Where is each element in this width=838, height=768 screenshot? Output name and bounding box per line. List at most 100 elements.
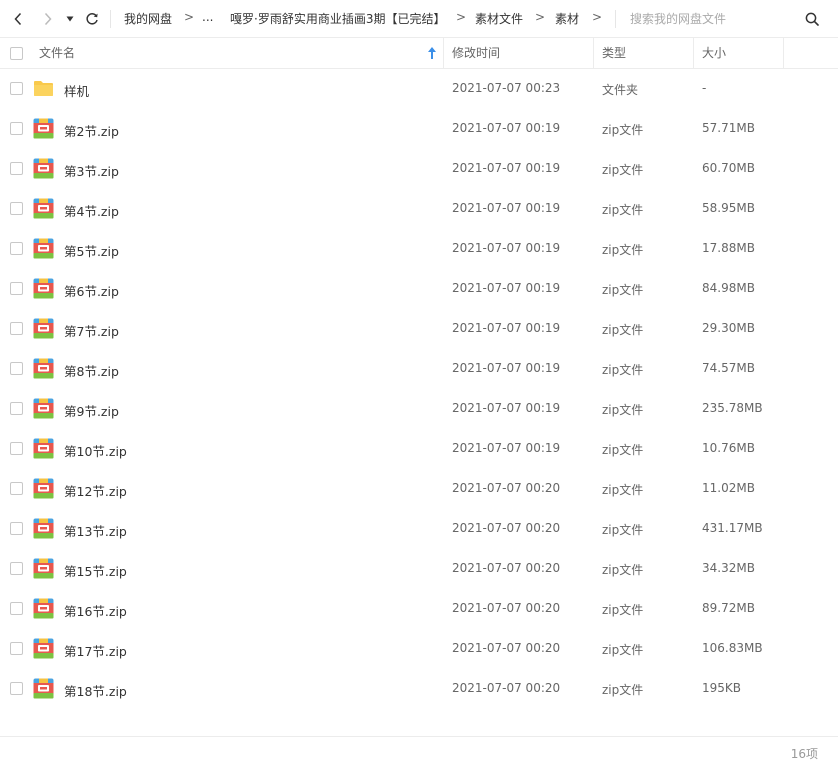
breadcrumb-level1[interactable]: 嘎罗·罗雨舒实用商业插画3期【已完结】 <box>230 10 445 27</box>
file-size: 58.95MB <box>702 201 755 215</box>
row-checkbox[interactable] <box>10 682 23 695</box>
file-size: 11.02MB <box>702 481 755 495</box>
file-browser: 我的网盘 > ... 嘎罗·罗雨舒实用商业插画3期【已完结】 > 素材文件 > … <box>0 0 838 768</box>
list-item[interactable]: 第8节.zip 2021-07-07 00:19 zip文件 74.57MB <box>0 349 838 389</box>
breadcrumb-current[interactable]: 素材 <box>555 10 579 27</box>
row-checkbox[interactable] <box>10 322 23 335</box>
zip-archive-icon <box>33 238 54 259</box>
file-name[interactable]: 第13节.zip <box>64 521 127 540</box>
column-divider[interactable] <box>693 38 694 68</box>
search-input[interactable] <box>630 8 790 30</box>
file-modified: 2021-07-07 00:19 <box>452 401 561 415</box>
list-item[interactable]: 第17节.zip 2021-07-07 00:20 zip文件 106.83MB <box>0 629 838 669</box>
zip-archive-icon <box>33 598 54 619</box>
list-item[interactable]: 第13节.zip 2021-07-07 00:20 zip文件 431.17MB <box>0 509 838 549</box>
file-name[interactable]: 第8节.zip <box>64 361 119 380</box>
chevron-right-icon[interactable] <box>38 8 58 30</box>
list-item[interactable]: 第9节.zip 2021-07-07 00:19 zip文件 235.78MB <box>0 389 838 429</box>
file-name[interactable]: 第5节.zip <box>64 241 119 260</box>
list-item[interactable]: 第2节.zip 2021-07-07 00:19 zip文件 57.71MB <box>0 109 838 149</box>
file-name[interactable]: 第16节.zip <box>64 601 127 620</box>
file-name[interactable]: 第6节.zip <box>64 281 119 300</box>
list-item[interactable]: 样机 2021-07-07 00:23 文件夹 - <box>0 69 838 109</box>
file-modified: 2021-07-07 00:20 <box>452 481 561 495</box>
column-modified[interactable]: 修改时间 <box>452 38 500 68</box>
list-item[interactable]: 第7节.zip 2021-07-07 00:19 zip文件 29.30MB <box>0 309 838 349</box>
file-modified: 2021-07-07 00:19 <box>452 201 561 215</box>
file-type: 文件夹 <box>602 83 639 97</box>
list-item[interactable]: 第4节.zip 2021-07-07 00:19 zip文件 58.95MB <box>0 189 838 229</box>
file-type: zip文件 <box>602 283 644 297</box>
file-name[interactable]: 第15节.zip <box>64 561 127 580</box>
file-size: 57.71MB <box>702 121 755 135</box>
chevron-left-icon[interactable] <box>8 8 28 30</box>
file-modified: 2021-07-07 00:20 <box>452 681 561 695</box>
zip-archive-icon <box>33 518 54 539</box>
column-name[interactable]: 文件名 <box>39 38 75 68</box>
select-all-checkbox[interactable] <box>10 47 23 60</box>
list-item[interactable]: 第12节.zip 2021-07-07 00:20 zip文件 11.02MB <box>0 469 838 509</box>
file-name[interactable]: 第18节.zip <box>64 681 127 700</box>
row-checkbox[interactable] <box>10 82 23 95</box>
zip-archive-icon <box>33 278 54 299</box>
list-item[interactable]: 第10节.zip 2021-07-07 00:19 zip文件 10.76MB <box>0 429 838 469</box>
file-size: 106.83MB <box>702 641 763 655</box>
file-modified: 2021-07-07 00:20 <box>452 601 561 615</box>
column-size[interactable]: 大小 <box>702 38 726 68</box>
row-checkbox[interactable] <box>10 562 23 575</box>
list-item[interactable]: 第18节.zip 2021-07-07 00:20 zip文件 195KB <box>0 669 838 709</box>
breadcrumb-ellipsis[interactable]: ... <box>202 10 213 24</box>
row-checkbox[interactable] <box>10 602 23 615</box>
file-name[interactable]: 第7节.zip <box>64 321 119 340</box>
refresh-icon[interactable] <box>82 8 102 30</box>
breadcrumb-root[interactable]: 我的网盘 <box>124 10 172 27</box>
zip-archive-icon <box>33 638 54 659</box>
row-checkbox[interactable] <box>10 202 23 215</box>
row-checkbox[interactable] <box>10 282 23 295</box>
file-list: 样机 2021-07-07 00:23 文件夹 - 第2节.zip 2021-0… <box>0 69 838 709</box>
column-type[interactable]: 类型 <box>602 38 626 68</box>
list-item[interactable]: 第15节.zip 2021-07-07 00:20 zip文件 34.32MB <box>0 549 838 589</box>
row-checkbox[interactable] <box>10 642 23 655</box>
file-type: zip文件 <box>602 243 644 257</box>
file-name[interactable]: 第12节.zip <box>64 481 127 500</box>
file-name[interactable]: 第2节.zip <box>64 121 119 140</box>
row-checkbox[interactable] <box>10 442 23 455</box>
file-name[interactable]: 第3节.zip <box>64 161 119 180</box>
zip-archive-icon <box>33 358 54 379</box>
row-checkbox[interactable] <box>10 122 23 135</box>
row-checkbox[interactable] <box>10 242 23 255</box>
file-modified: 2021-07-07 00:19 <box>452 441 561 455</box>
column-divider[interactable] <box>443 38 444 68</box>
file-type: zip文件 <box>602 643 644 657</box>
breadcrumb-level2[interactable]: 素材文件 <box>475 10 523 27</box>
file-name[interactable]: 第9节.zip <box>64 401 119 420</box>
file-type: zip文件 <box>602 403 644 417</box>
column-divider[interactable] <box>783 38 784 68</box>
file-name[interactable]: 第17节.zip <box>64 641 127 660</box>
column-divider[interactable] <box>593 38 594 68</box>
file-modified: 2021-07-07 00:23 <box>452 81 561 95</box>
file-modified: 2021-07-07 00:20 <box>452 641 561 655</box>
list-item[interactable]: 第3节.zip 2021-07-07 00:19 zip文件 60.70MB <box>0 149 838 189</box>
row-checkbox[interactable] <box>10 402 23 415</box>
row-checkbox[interactable] <box>10 482 23 495</box>
row-checkbox[interactable] <box>10 162 23 175</box>
list-item[interactable]: 第16节.zip 2021-07-07 00:20 zip文件 89.72MB <box>0 589 838 629</box>
search-divider <box>615 10 616 28</box>
breadcrumb-separator: > <box>535 10 546 24</box>
caret-down-icon[interactable] <box>62 8 78 30</box>
list-item[interactable]: 第6节.zip 2021-07-07 00:19 zip文件 84.98MB <box>0 269 838 309</box>
file-size: 10.76MB <box>702 441 755 455</box>
row-checkbox[interactable] <box>10 362 23 375</box>
file-name[interactable]: 样机 <box>64 81 89 100</box>
file-name[interactable]: 第10节.zip <box>64 441 127 460</box>
footer-divider <box>0 736 838 737</box>
list-item[interactable]: 第5节.zip 2021-07-07 00:19 zip文件 17.88MB <box>0 229 838 269</box>
file-name[interactable]: 第4节.zip <box>64 201 119 220</box>
row-checkbox[interactable] <box>10 522 23 535</box>
search-icon[interactable] <box>802 9 822 29</box>
sort-ascending-icon[interactable] <box>427 46 437 60</box>
file-size: 29.30MB <box>702 321 755 335</box>
file-type: zip文件 <box>602 603 644 617</box>
